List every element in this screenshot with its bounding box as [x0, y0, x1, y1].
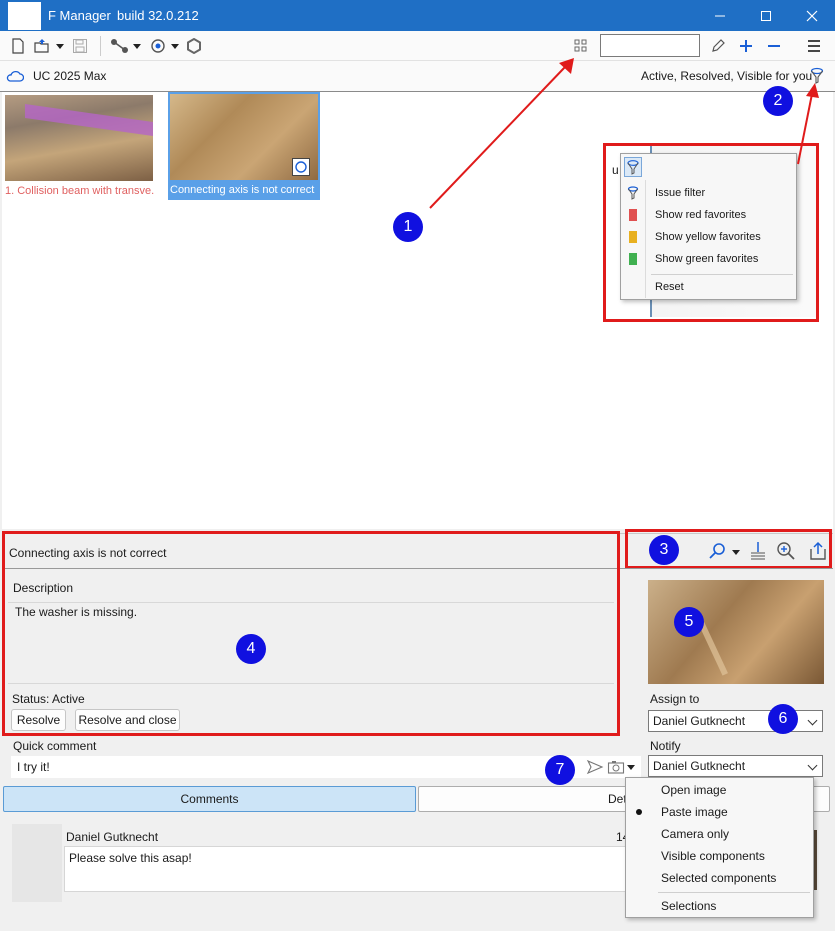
annotation-badge-6: 6 — [768, 704, 798, 734]
annotation-badge-1: 1 — [393, 212, 423, 242]
chevron-down-icon — [807, 760, 818, 771]
description-label: Description — [13, 581, 74, 595]
menu-item-selected-components[interactable]: Selected components — [626, 867, 813, 889]
annotation-badge-2: 2 — [763, 86, 793, 116]
selected-bullet-icon — [636, 809, 642, 815]
chevron-down-icon — [807, 715, 818, 726]
menu-item-open-image[interactable]: Open image — [626, 779, 813, 801]
send-button[interactable] — [586, 759, 604, 775]
zoom-button[interactable] — [776, 541, 796, 561]
resolve-and-close-button[interactable]: Resolve and close — [75, 709, 180, 731]
issue-preview-image[interactable] — [648, 580, 824, 684]
menu-separator — [658, 892, 810, 893]
menu-item-selections[interactable]: Selections — [626, 895, 813, 917]
issue-header-bar: Connecting axis is not correct — [2, 533, 833, 571]
annotation-badge-3: 3 — [649, 535, 679, 565]
menu-item-visible-components[interactable]: Visible components — [626, 845, 813, 867]
search-icon — [709, 543, 725, 559]
comment-author: Daniel Gutknecht — [66, 830, 159, 844]
annotation-badge-5: 5 — [674, 607, 704, 637]
assign-to-label: Assign to — [650, 692, 700, 706]
zoom-in-icon — [777, 542, 795, 560]
resolve-button[interactable]: Resolve — [11, 709, 66, 731]
section-plane-button[interactable] — [748, 541, 768, 561]
attach-dropdown-menu: Open image Paste image Camera only Visib… — [625, 777, 814, 918]
camera-button[interactable] — [607, 759, 625, 775]
camera-dropdown-caret[interactable] — [627, 765, 635, 770]
send-icon — [586, 759, 604, 775]
export-button[interactable] — [808, 541, 828, 561]
quick-comment-label: Quick comment — [13, 739, 97, 753]
description-text[interactable]: The washer is missing. — [15, 605, 137, 619]
menu-item-paste-image[interactable]: Paste image — [626, 801, 813, 823]
search-view-button[interactable] — [708, 541, 728, 561]
annotation-badge-7: 7 — [545, 755, 575, 785]
annotation-badge-4: 4 — [236, 634, 266, 664]
issue-title: Connecting axis is not correct — [9, 546, 167, 560]
tab-comments[interactable]: Comments — [3, 786, 416, 812]
notify-label: Notify — [650, 739, 681, 753]
share-export-icon — [810, 541, 826, 560]
section-plane-icon — [751, 542, 765, 560]
notify-select[interactable]: Daniel Gutknecht — [648, 755, 823, 777]
menu-item-camera-only[interactable]: Camera only — [626, 823, 813, 845]
camera-icon — [607, 761, 625, 774]
search-view-caret[interactable] — [732, 550, 740, 555]
comment-body: Please solve this asap! — [64, 846, 644, 892]
status-text: Status: Active — [12, 692, 85, 706]
issue-detail-panel: Description The washer is missing. Statu… — [2, 570, 618, 734]
